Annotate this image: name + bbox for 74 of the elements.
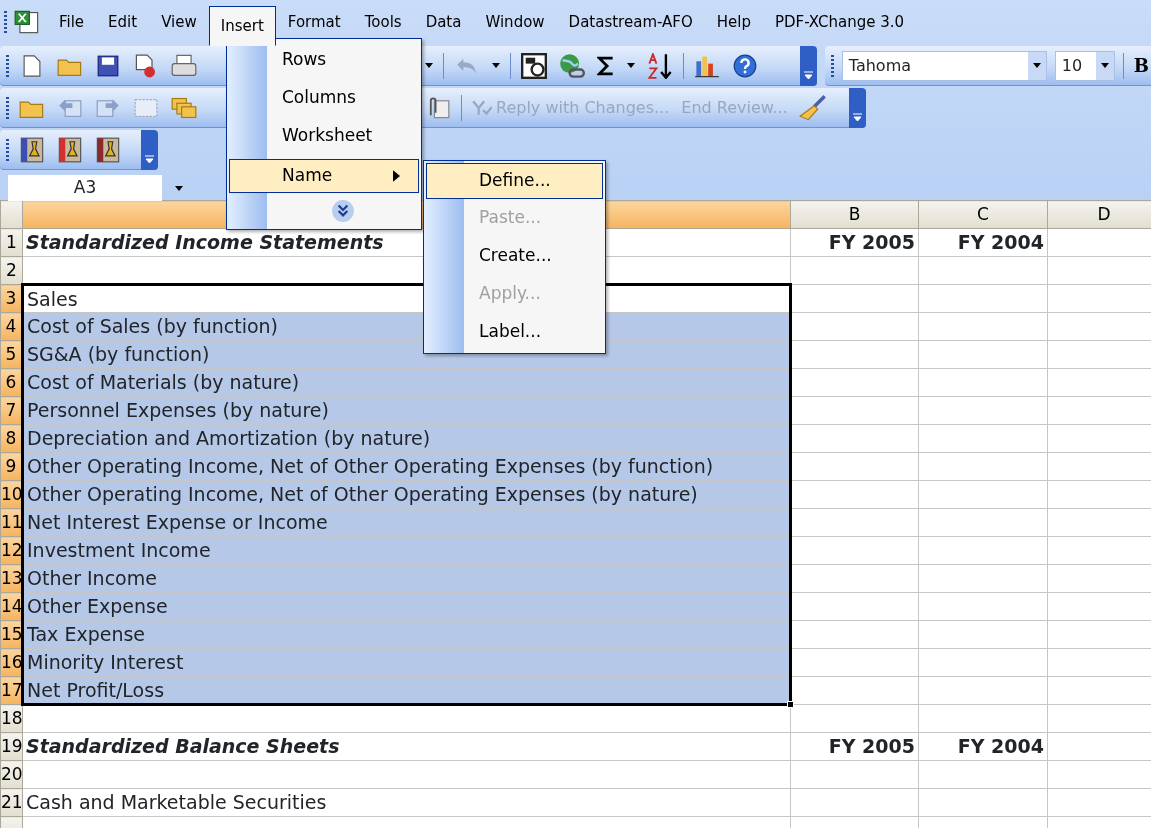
bold-button[interactable]: B <box>1131 52 1151 79</box>
row-header[interactable]: 12 <box>0 536 23 565</box>
corner-cell[interactable] <box>0 200 23 229</box>
toolbar-options-icon[interactable] <box>849 87 866 128</box>
column-header[interactable]: B <box>790 200 919 229</box>
reply-icon <box>472 99 492 116</box>
row-header[interactable]: 4 <box>0 312 23 341</box>
table-cell: Investment Income <box>22 536 791 565</box>
menu-item[interactable]: Worksheet <box>229 117 419 155</box>
double-chevron-icon <box>331 199 355 223</box>
dropdown-caret-icon[interactable] <box>1027 51 1046 80</box>
menu-item[interactable]: Data <box>413 5 474 39</box>
row-header[interactable]: 17 <box>0 676 23 705</box>
column-header[interactable]: C <box>918 200 1048 229</box>
table-cell: Other Income <box>22 564 791 593</box>
dropdown-caret-icon[interactable] <box>1095 51 1114 80</box>
menu-item[interactable]: Edit <box>96 5 150 39</box>
font-field[interactable]: Tahoma <box>841 50 1047 81</box>
submenu-arrow-icon <box>393 170 400 182</box>
menu-item[interactable]: PDF-XChange 3.0 <box>763 5 917 39</box>
row-header[interactable]: 13 <box>0 564 23 593</box>
menu-item[interactable]: Create... <box>426 237 603 275</box>
row-header[interactable]: 1 <box>0 228 23 257</box>
menu-item[interactable]: View <box>149 5 209 39</box>
menu-item[interactable]: Insert <box>208 6 276 46</box>
table-cell: FY 2004 <box>918 732 1048 761</box>
table-cell: Net Interest Expense or Income <box>22 508 791 537</box>
row-header[interactable]: 19 <box>0 732 23 761</box>
table-cell: Depreciation and Amortization (by nature) <box>22 424 791 453</box>
table-cell: Minority Interest <box>22 648 791 677</box>
column-header[interactable]: D <box>1047 200 1151 229</box>
table-cell: Cost of Materials (by nature) <box>22 368 791 397</box>
font-size-field[interactable]: 10 <box>1054 50 1115 81</box>
table-cell: Personnel Expenses (by nature) <box>22 396 791 425</box>
brush-icon[interactable] <box>797 92 828 123</box>
currency-icon[interactable] <box>519 50 549 81</box>
table-cell: Standardized Balance Sheets <box>22 732 791 761</box>
menu-item[interactable]: Format <box>275 5 353 39</box>
menu-item[interactable]: Datastream-AFO <box>556 5 705 39</box>
table-cell: FY 2004 <box>918 228 1048 257</box>
toolbar-options-icon[interactable] <box>141 129 158 170</box>
table-cell: FY 2005 <box>790 732 919 761</box>
table-cell: Cash and Marketable Securities <box>22 788 791 817</box>
table-cell: Tax Expense <box>22 620 791 649</box>
menu-item[interactable]: Columns <box>229 79 419 117</box>
row-header[interactable]: 11 <box>0 508 23 537</box>
row-header[interactable]: 15 <box>0 620 23 649</box>
row-header[interactable]: 18 <box>0 704 23 733</box>
menu-item[interactable]: Name <box>229 159 419 193</box>
row-header[interactable]: 21 <box>0 788 23 817</box>
row-header[interactable]: 20 <box>0 760 23 789</box>
row-header[interactable]: 2 <box>0 256 23 285</box>
row-header[interactable]: 14 <box>0 592 23 621</box>
table-cell: Other Operating Income, Net of Other Operating Expenses (by nature) <box>22 480 791 509</box>
table-cell: FY 2005 <box>790 228 919 257</box>
row-header[interactable]: 9 <box>0 452 23 481</box>
name-box[interactable]: A3 <box>8 175 162 201</box>
row-header[interactable]: 10 <box>0 480 23 509</box>
menu-item[interactable]: Tools <box>352 5 414 39</box>
menu-item[interactable]: File <box>47 5 97 39</box>
fill-handle[interactable] <box>787 701 794 708</box>
row-header[interactable]: 6 <box>0 368 23 397</box>
table-cell: Net Profit/Loss <box>22 676 791 705</box>
table-cell: Other Expense <box>22 592 791 621</box>
menu-item[interactable]: Help <box>704 5 763 39</box>
row-header[interactable]: 5 <box>0 340 23 369</box>
menu-item[interactable]: Define... <box>426 163 603 199</box>
row-header[interactable]: 16 <box>0 648 23 677</box>
menu-item[interactable]: Window <box>473 5 557 39</box>
row-header[interactable]: 7 <box>0 396 23 425</box>
toolbar-options-icon[interactable] <box>799 45 817 86</box>
row-header[interactable]: 3 <box>0 284 23 313</box>
row-header[interactable]: 8 <box>0 424 23 453</box>
table-cell: Other Operating Income, Net of Other Operating Expenses (by function) <box>22 452 791 481</box>
